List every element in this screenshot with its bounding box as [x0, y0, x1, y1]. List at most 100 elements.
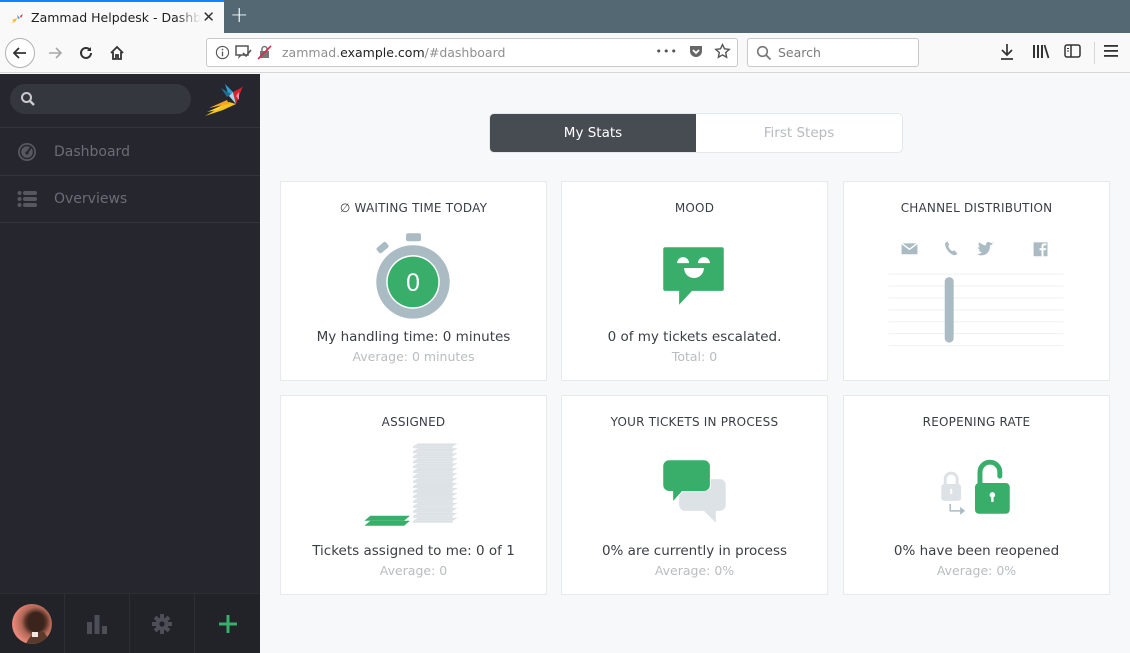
- info-icon[interactable]: [215, 45, 230, 60]
- notification-permission-icon[interactable]: [235, 45, 252, 60]
- url-host-domain: example.com: [340, 45, 425, 60]
- arrow-right-icon: [49, 47, 63, 59]
- page-actions-icon[interactable]: •••: [656, 45, 678, 58]
- widget-channel-distribution: CHANNEL DISTRIBUTION: [843, 181, 1110, 381]
- ticket-sheet: [413, 507, 458, 511]
- sidebar-item-label: Overviews: [54, 191, 128, 207]
- reports-button[interactable]: [65, 594, 130, 653]
- channel-bar-phone: [944, 277, 954, 343]
- average-text: Average: 0 minutes: [352, 349, 475, 364]
- settings-button[interactable]: [130, 594, 195, 653]
- twitter-icon: [976, 241, 994, 256]
- tab-my-stats[interactable]: My Stats: [490, 114, 696, 152]
- sidebar-item-label: Dashboard: [54, 143, 130, 160]
- user-menu[interactable]: [0, 594, 65, 653]
- ticket-sheet-edge: [413, 456, 453, 459]
- ticket-sheet: [413, 483, 458, 487]
- sidebar-toggle-icon[interactable]: [1064, 43, 1081, 59]
- url-host-prefix: zammad.: [282, 45, 341, 60]
- email-icon: [901, 242, 918, 255]
- ticket-sheet-edge: [413, 481, 453, 484]
- average-text: Average: 0: [379, 563, 448, 578]
- assigned-ticket: [364, 515, 411, 521]
- browser-tab-bar: Zammad Helpdesk - Dashboard ✕ +: [0, 0, 1130, 33]
- home-button[interactable]: [102, 38, 132, 68]
- widget-title: CHANNEL DISTRIBUTION: [900, 201, 1053, 215]
- browser-nav-bar: zammad. example.com/#dashboard ••• Search: [0, 33, 1130, 73]
- ticket-sheet: [413, 488, 458, 491]
- channel-distribution-chart: [888, 241, 1064, 347]
- ticket-sheet-edge: [413, 446, 453, 449]
- new-ticket-button[interactable]: [195, 594, 260, 653]
- ticket-sheet-edge: [413, 466, 453, 469]
- close-tab-icon[interactable]: ✕: [202, 8, 215, 26]
- reload-icon: [80, 46, 92, 59]
- list-icon: [17, 191, 37, 207]
- ticket-sheet-edge: [413, 500, 453, 503]
- sidebar-footer: [0, 593, 260, 653]
- zammad-favicon-icon: [11, 13, 23, 23]
- ticket-sheet: [413, 497, 458, 501]
- average-text: Average: 0%: [936, 563, 1017, 578]
- url-bar[interactable]: zammad. example.com/#dashboard •••: [206, 38, 738, 67]
- reopened-text: 0% have been reopened: [893, 543, 1060, 559]
- chat-bubbles-icon: [663, 459, 726, 523]
- home-icon: [110, 45, 124, 60]
- sidebar-item-dashboard[interactable]: Dashboard: [0, 127, 260, 175]
- escalated-text: 0 of my tickets escalated.: [607, 329, 782, 345]
- downloads-icon[interactable]: [999, 43, 1015, 61]
- insecure-lock-icon[interactable]: [257, 45, 272, 60]
- ticket-sheet: [413, 453, 458, 457]
- ticket-sheet-edge: [413, 515, 453, 518]
- forward-button[interactable]: [40, 38, 70, 68]
- avatar[interactable]: [12, 604, 52, 644]
- widget-assigned: ASSIGNED Tickets assigned to me: 0 of 1 …: [280, 395, 547, 595]
- browser-search-input[interactable]: Search: [747, 38, 919, 67]
- ticket-sheet: [413, 512, 458, 516]
- ticket-sheet-edge: [413, 476, 453, 479]
- ticket-sheet: [413, 458, 458, 462]
- back-button[interactable]: [5, 38, 35, 68]
- ticket-sheet: [413, 448, 458, 452]
- ticket-sheet-edge: [413, 471, 453, 474]
- tab-first-steps[interactable]: First Steps: [696, 114, 902, 152]
- library-icon[interactable]: [1032, 43, 1050, 60]
- ticket-sheet: [413, 443, 458, 447]
- assigned-text: Tickets assigned to me: 0 of 1: [312, 543, 515, 559]
- ticket-sheet: [413, 492, 458, 496]
- average-text: Average: 0%: [654, 563, 735, 578]
- tab-title: Zammad Helpdesk - Dashboard: [31, 10, 201, 25]
- arrow-left-icon: [12, 47, 26, 59]
- ticket-sheet-edge: [413, 495, 453, 498]
- new-tab-button[interactable]: +: [230, 2, 248, 30]
- phone-icon: [945, 241, 958, 256]
- widget-title: ∅ WAITING TIME TODAY: [339, 201, 488, 215]
- widget-title: ASSIGNED: [381, 415, 446, 429]
- global-search-input[interactable]: [10, 84, 191, 114]
- pocket-icon[interactable]: [688, 44, 704, 60]
- widget-mood: MOOD 0 of my tickets escalated. Total: 0: [561, 181, 828, 381]
- facebook-icon: [1033, 242, 1048, 257]
- hamburger-menu-icon[interactable]: [1104, 43, 1118, 59]
- reports-icon: [87, 615, 107, 634]
- zammad-logo[interactable]: [203, 82, 245, 118]
- settings-icon: [152, 614, 172, 634]
- search-placeholder: Search: [778, 45, 821, 60]
- ticket-sheet-edge: [413, 451, 453, 454]
- ticket-sheet: [413, 473, 458, 477]
- ticket-stack-icon: [364, 443, 458, 526]
- ticket-sheet-edge: [413, 490, 453, 493]
- avatar-photo: [26, 612, 52, 644]
- handling-time-text: My handling time: 0 minutes: [316, 329, 511, 345]
- reload-button[interactable]: [71, 38, 101, 68]
- in-process-text: 0% are currently in process: [601, 543, 788, 559]
- ticket-sheet: [413, 502, 458, 506]
- browser-tab[interactable]: Zammad Helpdesk - Dashboard ✕: [0, 0, 224, 33]
- bookmark-star-icon[interactable]: [714, 43, 731, 60]
- waiting-time-value: 0: [406, 270, 420, 297]
- ticket-sheet-edge: [413, 510, 453, 513]
- dashboard-tab-switch: My Stats First Steps: [489, 113, 903, 153]
- sidebar-item-overviews[interactable]: Overviews: [0, 175, 260, 223]
- url-path: /#dashboard: [424, 45, 506, 60]
- add-icon: [218, 615, 237, 633]
